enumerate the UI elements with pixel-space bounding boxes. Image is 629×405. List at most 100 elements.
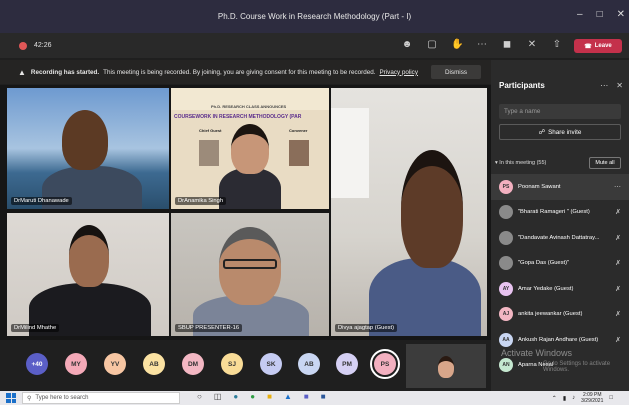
video-tile[interactable]: SBUP PRESENTER-16 <box>171 213 329 336</box>
participant-row[interactable]: "Bharati Ramageri " (Guest) ✗ <box>491 200 629 226</box>
avatar: AJ <box>499 307 513 322</box>
store-icon[interactable]: ▲ <box>284 392 292 401</box>
participant-row[interactable]: PS Poonam Sawant ⋯ <box>491 174 629 200</box>
avatar-initials: AJ <box>502 311 510 318</box>
person-face <box>401 150 463 268</box>
privacy-link[interactable]: Privacy policy <box>379 69 418 76</box>
overflow-avatar[interactable]: +40 <box>26 353 48 375</box>
chevron-up-icon[interactable]: ⌃ <box>552 395 557 402</box>
teams-icon[interactable]: ■ <box>304 392 309 401</box>
avatar[interactable]: PM <box>336 353 358 375</box>
video-tile[interactable]: Ph.D. RESEARCH CLASS ANNOUNCES COURSEWOR… <box>171 88 329 209</box>
mic-off-icon: ✗ <box>615 209 621 217</box>
window-bg <box>331 108 369 198</box>
participants-panel: Participants ⋯ ✕ Type a name ☍ Share inv… <box>491 60 629 391</box>
clock[interactable]: 2:09 PM 3/29/2021 <box>581 392 603 404</box>
participant-row[interactable]: "Gopa Das (Guest)" ✗ <box>491 251 629 277</box>
avatar-initials: SK <box>266 360 276 368</box>
raise-hand-icon[interactable]: ✋ <box>451 39 463 50</box>
avatar[interactable]: AB <box>143 353 165 375</box>
avatar[interactable]: SJ <box>221 353 243 375</box>
avatar[interactable]: SK <box>260 353 282 375</box>
mic-off-icon[interactable]: ✕ <box>526 39 538 50</box>
more-icon[interactable]: ⋯ <box>476 39 488 50</box>
chrome-icon[interactable]: ● <box>250 392 255 401</box>
in-meeting-header[interactable]: ▾ In this meeting (55) <box>495 160 546 166</box>
leave-button[interactable]: ☎ Leave <box>574 39 622 53</box>
avatar: PS <box>499 179 513 194</box>
recording-icon <box>19 41 27 50</box>
participant-search-input[interactable]: Type a name <box>499 104 621 119</box>
chat-icon[interactable]: ▢ <box>426 39 438 50</box>
panel-controls: ⋯ ✕ <box>600 81 623 90</box>
avatar[interactable]: MY <box>65 353 87 375</box>
participant-name: ankita jeewankar (Guest) <box>518 311 583 318</box>
word-icon[interactable]: ■ <box>321 392 326 401</box>
video-tile[interactable]: Divya ajagtap (Guest) <box>331 88 487 336</box>
in-meeting-count: In this meeting (55) <box>499 160 547 166</box>
share-invite-button[interactable]: ☍ Share invite <box>499 124 621 140</box>
taskbar-apps: ○ ◫ ● ● ■ ▲ ■ ■ <box>197 392 326 401</box>
network-icon[interactable]: ▮ <box>563 395 566 402</box>
self-view[interactable] <box>406 344 486 388</box>
avatar-initials: DM <box>187 360 199 368</box>
avatar-initials: AB <box>304 360 314 368</box>
teams-window: Ph.D. Course Work in Research Methodolog… <box>0 0 629 405</box>
mic-off-icon: ✗ <box>615 234 621 242</box>
avatar: AA <box>499 332 513 347</box>
avatar <box>499 256 513 271</box>
share-icon[interactable]: ⇧ <box>551 39 563 50</box>
task-view-icon[interactable]: ◫ <box>214 392 222 401</box>
windows-start-icon[interactable] <box>6 393 16 403</box>
volume-icon[interactable]: ♪ <box>572 395 575 401</box>
more-icon[interactable]: ⋯ <box>614 183 621 191</box>
participant-row[interactable]: AJ ankita jeewankar (Guest) ✗ <box>491 302 629 328</box>
participants-icon[interactable]: ☻ <box>401 39 413 50</box>
activate-windows-title: Activate Windows <box>501 348 573 358</box>
avatar-initials: AB <box>149 360 159 368</box>
activate-windows-hint: Go to Settings to activate Windows. <box>543 361 611 373</box>
task-view-icon[interactable]: ○ <box>197 392 202 401</box>
avatar[interactable]: PS <box>370 349 400 379</box>
windows-taskbar: ⚲ Type here to search ○ ◫ ● ● ■ ▲ ■ ■ ⌃ … <box>0 391 629 405</box>
recording-banner: ▲ Recording has started. This meeting is… <box>0 60 491 84</box>
mic-off-icon: ✗ <box>615 336 621 344</box>
mic-off-icon: ✗ <box>615 285 621 293</box>
title-bar: Ph.D. Course Work in Research Methodolog… <box>0 0 629 33</box>
participant-row[interactable]: AY Amar Yedake (Guest) ✗ <box>491 276 629 302</box>
participant-name: "Gopa Das (Guest)" <box>518 260 570 267</box>
camera-off-icon[interactable]: ◼ <box>501 39 513 50</box>
minimize-icon[interactable]: – <box>577 9 583 20</box>
participant-name: Divya ajagtap (Guest) <box>335 324 398 332</box>
window-controls: – □ ✕ <box>577 9 625 20</box>
dismiss-button[interactable]: Dismiss <box>431 65 481 79</box>
notifications-icon[interactable]: □ <box>609 395 613 401</box>
avatar[interactable]: DM <box>182 353 204 375</box>
close-icon[interactable]: ✕ <box>616 81 623 90</box>
warning-icon: ▲ <box>18 67 26 77</box>
edge-icon[interactable]: ● <box>233 392 238 401</box>
avatar: AN <box>499 358 513 373</box>
person-face <box>231 124 269 174</box>
avatar <box>499 230 513 245</box>
maximize-icon[interactable]: □ <box>597 9 603 20</box>
avatar[interactable]: AB <box>298 353 320 375</box>
banner-text: This meeting is being recorded. By joini… <box>103 68 376 76</box>
participant-name: Amar Yedake (Guest) <box>518 285 574 292</box>
participant-avatar-bar: +40 MY YV AB DM SJ SK AB PM PS <box>0 340 491 391</box>
avatar-initials: AY <box>502 285 510 292</box>
participant-row[interactable]: "Dandavate Avinash Dattatray... ✗ <box>491 225 629 251</box>
mute-all-button[interactable]: Mute all <box>589 157 621 169</box>
person-face <box>438 356 454 378</box>
video-tile[interactable]: DrMilind Mhathe <box>7 213 169 336</box>
file-explorer-icon[interactable]: ■ <box>267 392 272 401</box>
video-tile[interactable]: DrMaruti Dhanawade <box>7 88 169 209</box>
taskbar-search-input[interactable]: ⚲ Type here to search <box>22 392 180 404</box>
mic-off-icon: ✗ <box>615 311 621 319</box>
close-icon[interactable]: ✕ <box>617 9 625 20</box>
more-icon[interactable]: ⋯ <box>600 81 608 90</box>
avatar[interactable]: YV <box>104 353 126 375</box>
participant-name: SBUP PRESENTER-16 <box>175 324 243 332</box>
toolbar-icons: ☻ ▢ ✋ ⋯ ◼ ✕ ⇧ <box>401 39 563 50</box>
avatar-initials: SJ <box>228 360 236 368</box>
